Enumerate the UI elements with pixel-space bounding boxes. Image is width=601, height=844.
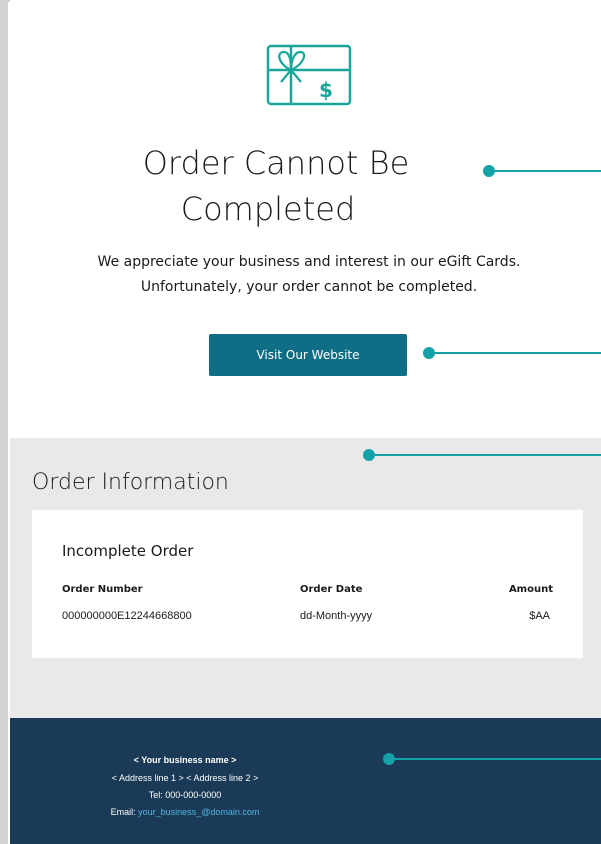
callout-line-button — [430, 352, 601, 354]
order-date-header: Order Date — [300, 584, 363, 595]
footer-email-label: Email: — [110, 807, 136, 817]
order-number-value: 000000000E12244668800 — [62, 610, 192, 622]
amount-value: $AA — [529, 610, 550, 622]
svg-text:$: $ — [319, 78, 333, 102]
order-date-value: dd-Month-yyyy — [300, 610, 373, 622]
title-line-2: Completed — [180, 190, 356, 228]
order-card: Incomplete Order Order Number Order Date… — [32, 510, 583, 658]
order-information-section: Order Information Incomplete Order Order… — [10, 438, 601, 718]
callout-line-title — [490, 170, 601, 172]
footer-email-link[interactable]: your_business_@domain.com — [138, 807, 259, 817]
footer-business-name: < Your business name > — [133, 755, 237, 765]
intro-line-2: Unfortunately, your order cannot be comp… — [140, 279, 478, 295]
callout-line-footer — [390, 758, 601, 760]
visit-website-button[interactable]: Visit Our Website — [209, 334, 407, 376]
footer: < Your business name > < Address line 1 … — [10, 718, 601, 844]
amount-header: Amount — [508, 584, 553, 595]
page-title: Order Cannot Be Completed — [10, 140, 526, 232]
intro-text: We appreciate your business and interest… — [10, 250, 601, 300]
callout-line-order-info — [370, 454, 601, 456]
footer-tel: Tel: 000-000-0000 — [148, 790, 222, 800]
footer-address: < Address line 1 > < Address line 2 > — [111, 773, 259, 783]
gift-card-icon: $ — [266, 44, 352, 106]
footer-email-line: Email: your_business_@domain.com — [10, 807, 360, 817]
title-line-1: Order Cannot Be — [142, 144, 410, 182]
order-information-title: Order Information — [32, 470, 229, 495]
order-card-title: Incomplete Order — [62, 542, 194, 560]
intro-line-1: We appreciate your business and interest… — [97, 254, 521, 270]
order-number-header: Order Number — [62, 584, 143, 595]
